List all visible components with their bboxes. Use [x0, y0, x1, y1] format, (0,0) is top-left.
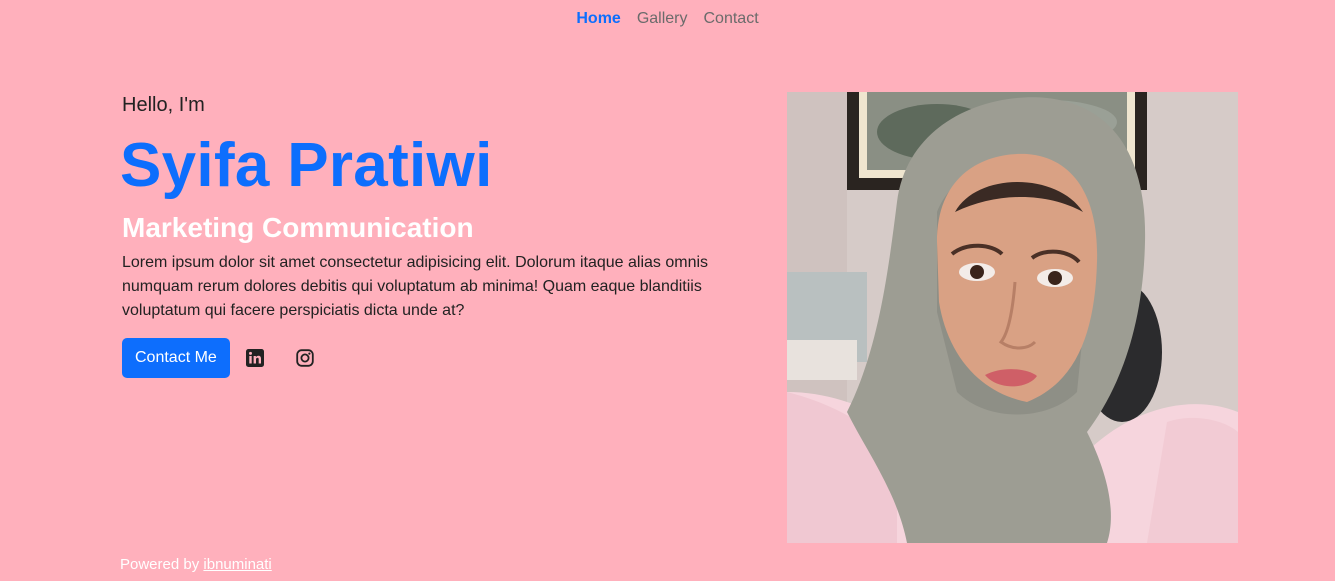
top-nav: Home Gallery Contact [0, 6, 1335, 32]
footer: Powered by ibnuminati [120, 555, 272, 575]
hero-name: Syifa Pratiwi [120, 131, 493, 200]
hero-description: Lorem ipsum dolor sit amet consectetur a… [122, 254, 709, 319]
nav-contact-link[interactable]: Contact [704, 6, 759, 32]
linkedin-icon[interactable] [244, 347, 266, 369]
footer-author-link[interactable]: ibnuminati [203, 556, 271, 573]
hero-intro: Hello, I'm [122, 94, 205, 116]
hero-actions: Contact Me [122, 338, 344, 378]
page: Home Gallery Contact Hello, I'm Syifa Pr… [0, 0, 1335, 581]
hero-role: Marketing Communication [122, 212, 474, 243]
nav-home-link[interactable]: Home [576, 6, 620, 32]
contact-me-button[interactable]: Contact Me [122, 338, 230, 378]
nav-gallery-link[interactable]: Gallery [637, 6, 688, 32]
profile-photo [787, 92, 1238, 543]
instagram-icon[interactable] [294, 347, 316, 369]
footer-prefix: Powered by [120, 556, 204, 573]
